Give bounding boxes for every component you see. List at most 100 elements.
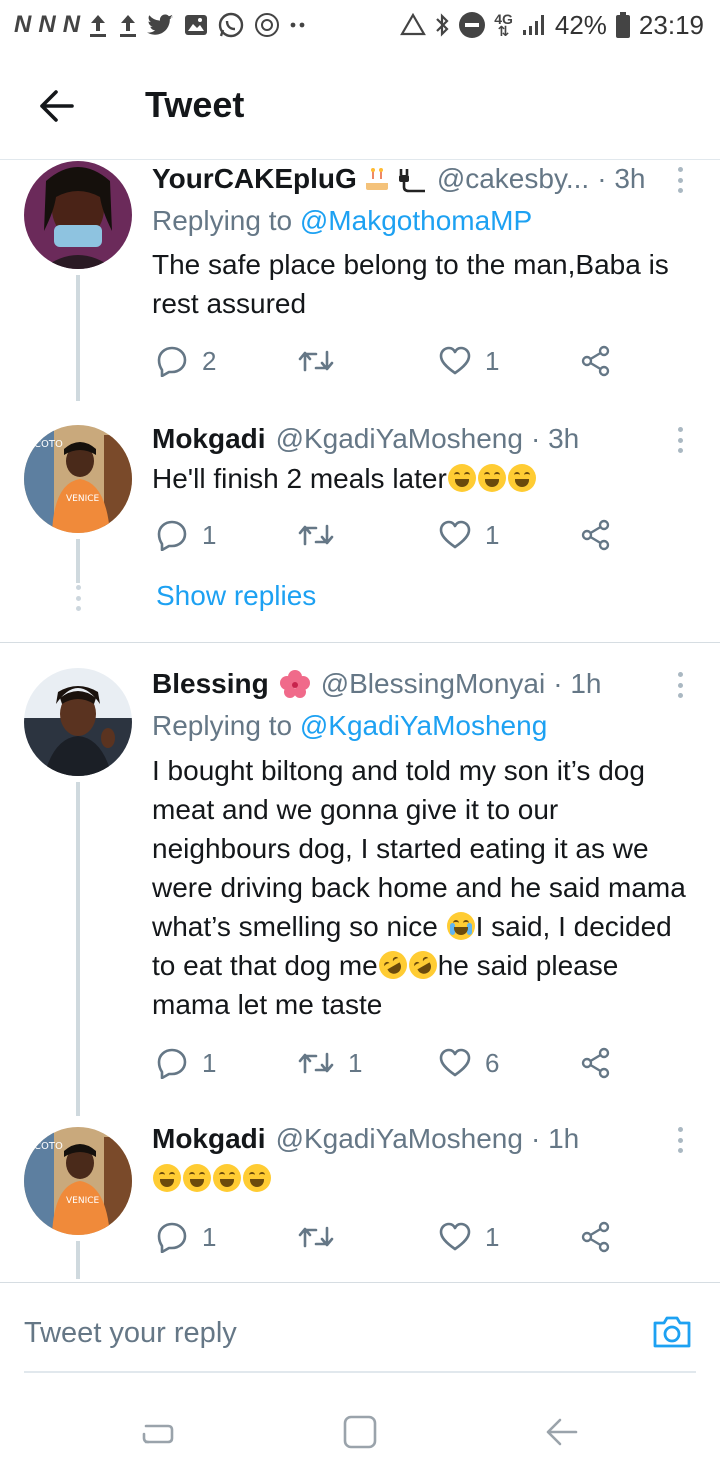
reply-button[interactable]: 1	[156, 1217, 216, 1257]
thread-line	[76, 782, 80, 1116]
handle[interactable]: @BlessingMonyai	[321, 668, 546, 700]
replying-prefix: Replying to	[152, 205, 293, 236]
more-icon[interactable]	[670, 1125, 690, 1155]
plug-emoji-icon	[397, 165, 427, 193]
reply-count: 1	[202, 1221, 217, 1252]
whatsapp-icon	[217, 11, 245, 39]
rolling-laughing-emoji-icon	[373, 945, 412, 985]
reply-count: 1	[202, 519, 217, 550]
status-left: N N N	[14, 11, 307, 39]
svg-text:VENICE: VENICE	[66, 1196, 100, 1206]
avatar[interactable]	[24, 161, 132, 269]
tears-of-joy-emoji-icon	[243, 1164, 271, 1192]
battery-percent: 42%	[554, 9, 607, 40]
tweet-actions: 1 1	[152, 515, 622, 555]
reply-button[interactable]: 1	[156, 1043, 216, 1083]
tweet-card[interactable]: Blessing @BlessingMonyai · 1h Replying t…	[0, 666, 720, 1116]
tweet-text: The safe place belong to the man,Baba is…	[152, 249, 669, 319]
handle[interactable]: @KgadiYaMosheng	[276, 1123, 523, 1155]
mention-link[interactable]: @MakgothomaMP	[300, 205, 532, 236]
reply-icon	[157, 346, 187, 377]
like-button[interactable]: 1	[439, 1217, 499, 1257]
like-button[interactable]: 6	[439, 1043, 499, 1083]
tweet-text: I bought biltong and told my son it’s do…	[152, 751, 692, 1024]
tears-of-joy-emoji-icon	[153, 1164, 181, 1192]
tweet-text-content: He'll finish 2 meals later	[152, 463, 447, 494]
display-name[interactable]: Mokgadi	[152, 1123, 266, 1155]
page-title: Tweet	[145, 84, 245, 125]
back-icon[interactable]	[542, 1412, 582, 1452]
mention-link[interactable]: @KgadiYaMosheng	[300, 710, 547, 741]
share-icon	[581, 1047, 610, 1079]
timestamp[interactable]: · 1h	[553, 668, 601, 700]
replying-to: Replying to @MakgothomaMP	[152, 205, 532, 237]
tweet-card[interactable]: COTO VENICE Mokgadi @KgadiYaMosheng · 3h…	[0, 421, 720, 641]
like-count: 1	[485, 519, 500, 550]
like-icon	[439, 346, 471, 375]
retweet-icon	[298, 350, 334, 372]
display-name[interactable]: Mokgadi	[152, 423, 266, 455]
cake-emoji-icon	[363, 165, 391, 193]
notification-n-icon: N	[14, 11, 31, 38]
timestamp[interactable]: · 3h	[531, 423, 579, 455]
status-bar: N N N 4G ⇅ 42% 23:19	[0, 0, 720, 50]
reply-input[interactable]: Tweet your reply	[24, 1317, 237, 1350]
more-icon[interactable]	[670, 670, 690, 700]
network-4g-icon: 4G ⇅	[494, 12, 513, 38]
share-button[interactable]	[580, 1043, 612, 1083]
svg-text:COTO: COTO	[34, 1141, 63, 1152]
recents-icon[interactable]	[140, 1412, 180, 1452]
reply-composer[interactable]: Tweet your reply	[0, 1282, 720, 1372]
timestamp[interactable]: · 1h	[531, 1123, 579, 1155]
camera-icon[interactable]	[652, 1313, 692, 1349]
share-button[interactable]	[580, 1217, 612, 1257]
do-not-disturb-icon	[458, 11, 486, 39]
svg-text:VENICE: VENICE	[66, 494, 100, 504]
display-name[interactable]: Blessing	[152, 668, 269, 700]
tears-of-joy-emoji-icon	[183, 1164, 211, 1192]
tears-of-joy-emoji-icon	[507, 464, 536, 492]
back-arrow-icon[interactable]	[34, 86, 78, 126]
divider	[0, 642, 720, 643]
system-nav-bar	[0, 1384, 720, 1480]
hibiscus-emoji-icon	[279, 669, 311, 699]
avatar[interactable]	[24, 668, 132, 776]
like-icon	[439, 520, 471, 549]
upload-icon	[117, 12, 139, 38]
tweet-card[interactable]: YourCAKEpluG @cakesby... · 3h Replying t…	[0, 161, 720, 401]
thread-line	[76, 275, 80, 401]
reply-button[interactable]: 1	[156, 515, 216, 555]
replying-prefix: Replying to	[152, 710, 293, 741]
reply-underline	[24, 1371, 696, 1373]
tweet-actions: 1 1 6	[152, 1043, 622, 1083]
share-button[interactable]	[580, 341, 612, 381]
timestamp[interactable]: · 3h	[597, 163, 645, 195]
like-count: 6	[485, 1047, 500, 1078]
handle[interactable]: @KgadiYaMosheng	[276, 423, 523, 455]
like-button[interactable]: 1	[439, 515, 499, 555]
share-icon	[581, 345, 610, 377]
home-icon[interactable]	[340, 1412, 380, 1452]
retweet-button[interactable]	[298, 515, 348, 555]
reply-button[interactable]: 2	[156, 341, 216, 381]
reply-count: 1	[202, 1047, 217, 1078]
show-replies-link[interactable]: Show replies	[156, 580, 316, 612]
like-icon	[439, 1222, 471, 1251]
replying-to: Replying to @KgadiYaMosheng	[152, 710, 547, 742]
rolling-laughing-emoji-icon	[403, 945, 442, 985]
display-name[interactable]: YourCAKEpluG	[152, 163, 357, 195]
handle[interactable]: @cakesby...	[437, 163, 589, 195]
app-bar: Tweet	[0, 50, 720, 160]
more-icon[interactable]	[670, 425, 690, 455]
retweet-button[interactable]	[298, 1217, 348, 1257]
retweet-button[interactable]: 1	[298, 1043, 362, 1083]
tweet-header: YourCAKEpluG @cakesby... · 3h	[152, 163, 676, 195]
tweet-card[interactable]: COTO VENICE Mokgadi @KgadiYaMosheng · 1h…	[0, 1123, 720, 1281]
share-button[interactable]	[580, 515, 612, 555]
more-icon[interactable]	[670, 165, 690, 195]
like-button[interactable]: 1	[439, 341, 499, 381]
avatar[interactable]: COTO VENICE	[24, 1127, 132, 1235]
avatar[interactable]: COTO VENICE	[24, 425, 132, 533]
retweet-button[interactable]	[298, 341, 348, 381]
tweet-header: Mokgadi @KgadiYaMosheng · 3h	[152, 423, 676, 455]
